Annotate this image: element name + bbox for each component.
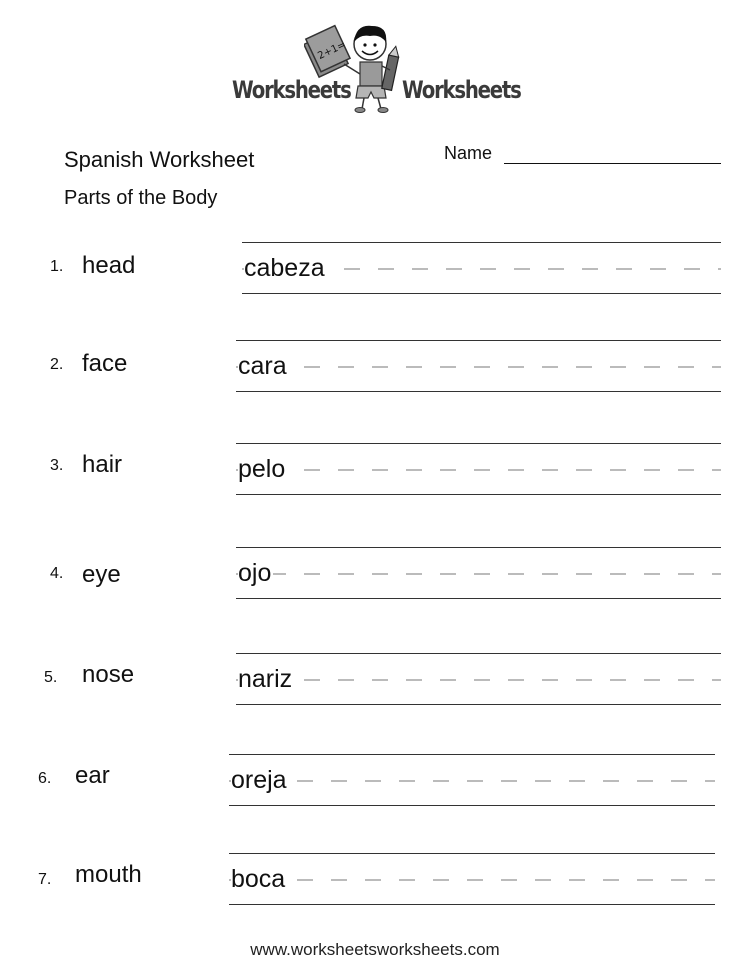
item-number: 5. — [44, 669, 58, 686]
list-item: 5. nose nariz — [0, 651, 750, 711]
name-label: Name — [444, 143, 493, 163]
english-word: mouth — [75, 861, 142, 888]
spanish-word: ojo — [238, 557, 274, 589]
worksheet-title: Spanish Worksheet — [64, 147, 255, 172]
list-item: 1. head cabeza — [0, 240, 750, 300]
logo-word-right: Worksheets — [402, 76, 522, 104]
writing-lines[interactable]: ojo — [236, 547, 721, 599]
writing-lines[interactable]: nariz — [236, 653, 721, 705]
worksheet-subtitle: Parts of the Body — [64, 187, 218, 209]
kid-mascot-icon: 2+1= — [304, 24, 400, 113]
spanish-word: nariz — [238, 663, 295, 695]
writing-lines[interactable]: cabeza — [242, 242, 721, 294]
spanish-word: cara — [238, 350, 289, 382]
list-item: 6. ear oreja — [0, 752, 750, 812]
list-item: 2. face cara — [0, 338, 750, 398]
footer-url: www.worksheetsworksheets.com — [250, 940, 500, 959]
writing-lines[interactable]: cara — [236, 340, 721, 392]
name-write-line[interactable] — [504, 163, 721, 164]
spanish-word: cabeza — [244, 252, 327, 284]
item-number: 4. — [50, 565, 64, 582]
spanish-word: pelo — [238, 453, 288, 485]
logo: Worksheets 2+1= Worksheets — [232, 14, 522, 114]
english-word: nose — [82, 661, 135, 688]
english-word: ear — [75, 762, 110, 789]
english-word: face — [82, 350, 128, 377]
item-number: 1. — [50, 258, 64, 275]
list-item: 3. hair pelo — [0, 441, 750, 501]
writing-lines[interactable]: pelo — [236, 443, 721, 495]
item-number: 2. — [50, 356, 64, 373]
list-item: 7. mouth boca — [0, 851, 750, 911]
spanish-word: boca — [231, 863, 288, 895]
item-number: 3. — [50, 457, 64, 474]
item-number: 6. — [38, 770, 52, 787]
writing-lines[interactable]: oreja — [229, 754, 715, 806]
spanish-word: oreja — [231, 764, 289, 796]
english-word: head — [82, 252, 136, 279]
writing-lines[interactable]: boca — [229, 853, 715, 905]
item-number: 7. — [38, 871, 52, 888]
english-word: eye — [82, 561, 121, 588]
english-word: hair — [82, 451, 123, 478]
list-item: 4. eye ojo — [0, 545, 750, 605]
